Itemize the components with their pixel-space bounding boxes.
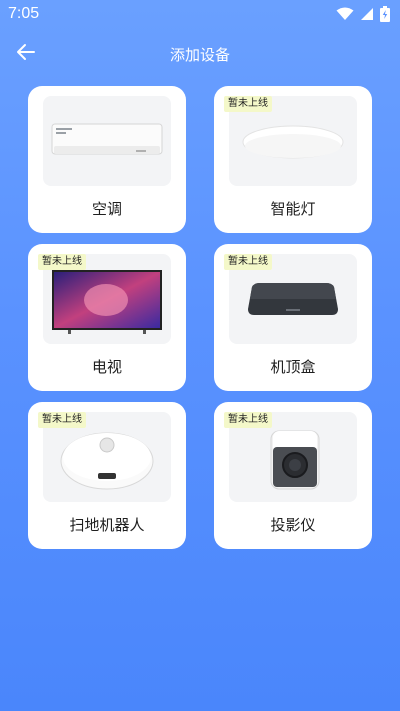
status-icons [336, 6, 390, 22]
device-card-set-top-box[interactable]: 暂未上线 机顶盒 [214, 244, 372, 391]
device-label: 扫地机器人 [69, 516, 145, 534]
device-grid: 空调 暂未上线 智能灯 暂未上线 电视 暂未上线 机顶盒 暂未上线 扫地机器人 … [28, 86, 372, 549]
device-label: 电视 [91, 358, 122, 376]
app-bar: 添加设备 [0, 36, 400, 72]
not-online-badge: 暂未上线 [38, 412, 86, 428]
device-card-air-conditioner[interactable]: 空调 [28, 86, 186, 233]
device-label: 智能灯 [270, 200, 316, 218]
wifi-icon [336, 7, 354, 21]
device-card-robot-vacuum[interactable]: 暂未上线 扫地机器人 [28, 402, 186, 549]
arrow-left-icon [16, 43, 36, 65]
not-online-badge: 暂未上线 [224, 96, 272, 112]
device-label: 空调 [91, 200, 122, 218]
device-label: 投影仪 [270, 516, 316, 534]
battery-charging-icon [380, 6, 390, 22]
device-card-tv[interactable]: 暂未上线 电视 [28, 244, 186, 391]
back-button[interactable] [12, 42, 40, 66]
not-online-badge: 暂未上线 [38, 254, 86, 270]
page-title: 添加设备 [169, 45, 230, 64]
air-conditioner-image [43, 96, 171, 186]
device-card-projector[interactable]: 暂未上线 投影仪 [214, 402, 372, 549]
status-bar: 7:05 [0, 0, 400, 28]
not-online-badge: 暂未上线 [224, 254, 272, 270]
cell-signal-icon [360, 7, 374, 21]
status-time: 7:05 [8, 5, 40, 22]
not-online-badge: 暂未上线 [224, 412, 272, 428]
device-label: 机顶盒 [270, 358, 316, 376]
device-card-smart-light[interactable]: 暂未上线 智能灯 [214, 86, 372, 233]
